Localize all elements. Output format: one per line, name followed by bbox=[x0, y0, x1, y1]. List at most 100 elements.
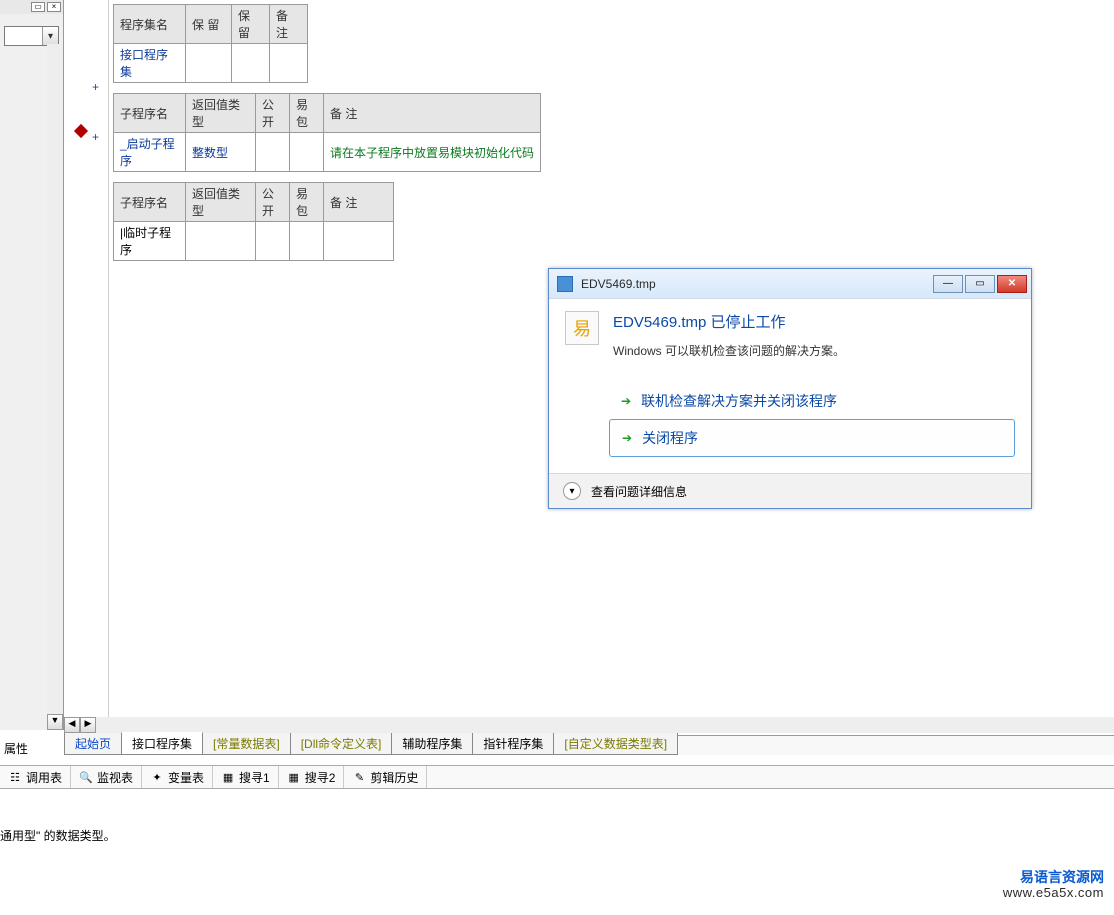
cell[interactable] bbox=[290, 133, 324, 172]
panel-scrollbar[interactable] bbox=[47, 44, 63, 730]
scroll-left-icon[interactable]: ◀ bbox=[64, 717, 80, 733]
subroutine-table-2: 子程序名 返回值类型 公开 易包 备 注 |临时子程序 bbox=[113, 182, 394, 261]
expand-icon[interactable]: + bbox=[92, 130, 99, 144]
dialog-subtext: Windows 可以联机检查该问题的解决方案。 bbox=[613, 342, 845, 359]
cell[interactable] bbox=[270, 44, 308, 83]
tab-helper-assembly[interactable]: 辅助程序集 bbox=[391, 733, 473, 755]
var-icon: ✦ bbox=[150, 770, 164, 784]
col-header: 保 留 bbox=[186, 5, 232, 44]
col-header: 保 留 bbox=[232, 5, 270, 44]
action-label: 关闭程序 bbox=[642, 428, 698, 448]
tool-label: 监视表 bbox=[97, 769, 133, 786]
cell-name[interactable]: 接口程序集 bbox=[114, 44, 186, 83]
col-header: 易包 bbox=[290, 94, 324, 133]
tab-dll-commands[interactable]: [Dll命令定义表] bbox=[290, 733, 393, 755]
col-header: 公开 bbox=[256, 183, 290, 222]
editor-gutter: + + bbox=[64, 0, 109, 717]
close-button[interactable]: ✕ bbox=[997, 275, 1027, 293]
tab-interface-assembly[interactable]: 接口程序集 bbox=[121, 732, 203, 755]
scroll-right-icon[interactable]: ▶ bbox=[80, 717, 96, 733]
breakpoint-icon[interactable] bbox=[74, 124, 88, 138]
dialog-body: 易 EDV5469.tmp 已停止工作 Windows 可以联机检查该问题的解决… bbox=[549, 299, 1031, 473]
col-header: 程序集名 bbox=[114, 5, 186, 44]
tool-label: 搜寻1 bbox=[239, 769, 270, 786]
table-icon: ▦ bbox=[287, 770, 301, 784]
bottom-toolbar: ☷ 调用表 🔍 监视表 ✦ 变量表 ▦ 搜寻1 ▦ 搜寻2 ✎ 剪辑历史 bbox=[0, 765, 1114, 789]
action-check-online[interactable]: ➔ 联机检查解决方案并关闭该程序 bbox=[609, 383, 1015, 419]
cell[interactable] bbox=[232, 44, 270, 83]
panel-float-icon[interactable]: ▭ bbox=[31, 2, 45, 12]
dialog-heading: EDV5469.tmp 已停止工作 bbox=[613, 311, 845, 332]
col-header: 备 注 bbox=[324, 94, 541, 133]
search-icon: 🔍 bbox=[79, 770, 93, 784]
col-header: 返回值类型 bbox=[186, 94, 256, 133]
table-row[interactable]: |临时子程序 bbox=[114, 222, 394, 261]
chevron-down-icon[interactable] bbox=[42, 27, 58, 45]
dialog-title: EDV5469.tmp bbox=[581, 277, 925, 291]
properties-dropdown[interactable] bbox=[4, 26, 59, 46]
arrow-right-icon: ➔ bbox=[622, 431, 632, 445]
tool-call-table[interactable]: ☷ 调用表 bbox=[0, 766, 71, 788]
cell-remark[interactable]: 请在本子程序中放置易模块初始化代码 bbox=[324, 133, 541, 172]
tool-search-2[interactable]: ▦ 搜寻2 bbox=[279, 766, 345, 788]
editor-hscrollbar[interactable]: ◀ ▶ bbox=[64, 717, 1114, 733]
col-header: 子程序名 bbox=[114, 183, 186, 222]
tool-label: 变量表 bbox=[168, 769, 204, 786]
cell-type[interactable]: 整数型 bbox=[186, 133, 256, 172]
table-row[interactable]: _启动子程序 整数型 请在本子程序中放置易模块初始化代码 bbox=[114, 133, 541, 172]
cell-name[interactable]: |临时子程序 bbox=[114, 222, 186, 261]
cell[interactable] bbox=[290, 222, 324, 261]
action-close-program[interactable]: ➔ 关闭程序 bbox=[609, 419, 1015, 457]
dialog-titlebar[interactable]: EDV5469.tmp — ▭ ✕ bbox=[549, 269, 1031, 299]
window-buttons: — ▭ ✕ bbox=[933, 275, 1027, 293]
col-header: 易包 bbox=[290, 183, 324, 222]
panel-title-bar: ▭ × bbox=[0, 0, 63, 14]
cell[interactable] bbox=[256, 222, 290, 261]
tab-start-page[interactable]: 起始页 bbox=[64, 733, 122, 755]
app-icon bbox=[557, 276, 573, 292]
output-message: 通用型" 的数据类型。 bbox=[0, 825, 1114, 846]
properties-label: 属性 bbox=[0, 738, 32, 759]
program-icon: 易 bbox=[565, 311, 599, 345]
crash-dialog: EDV5469.tmp — ▭ ✕ 易 EDV5469.tmp 已停止工作 Wi… bbox=[548, 268, 1032, 509]
table-row[interactable]: 接口程序集 bbox=[114, 44, 308, 83]
tab-constants[interactable]: [常量数据表] bbox=[202, 733, 291, 755]
col-header: 备 注 bbox=[324, 183, 394, 222]
col-header: 公开 bbox=[256, 94, 290, 133]
arrow-right-icon: ➔ bbox=[621, 394, 631, 408]
dialog-footer: ▾ 查看问题详细信息 bbox=[549, 473, 1031, 508]
tool-search-1[interactable]: ▦ 搜寻1 bbox=[213, 766, 279, 788]
col-header: 子程序名 bbox=[114, 94, 186, 133]
maximize-button[interactable]: ▭ bbox=[965, 275, 995, 293]
cell-name[interactable]: _启动子程序 bbox=[114, 133, 186, 172]
tool-label: 调用表 bbox=[26, 769, 62, 786]
details-label[interactable]: 查看问题详细信息 bbox=[591, 483, 687, 500]
panel-close-icon[interactable]: × bbox=[47, 2, 61, 12]
tool-clip-history[interactable]: ✎ 剪辑历史 bbox=[344, 766, 427, 788]
expand-icon[interactable]: + bbox=[92, 80, 99, 94]
left-properties-panel: ▭ × bbox=[0, 0, 64, 730]
tab-pointer-assembly[interactable]: 指针程序集 bbox=[472, 733, 554, 755]
cell[interactable] bbox=[256, 133, 290, 172]
tab-custom-types[interactable]: [自定义数据类型表] bbox=[553, 733, 678, 755]
tool-variable-table[interactable]: ✦ 变量表 bbox=[142, 766, 213, 788]
assembly-table: 程序集名 保 留 保 留 备 注 接口程序集 bbox=[113, 4, 308, 83]
cell[interactable] bbox=[324, 222, 394, 261]
cell[interactable] bbox=[186, 222, 256, 261]
subroutine-table-1: 子程序名 返回值类型 公开 易包 备 注 _启动子程序 整数型 请在本子程序中放… bbox=[113, 93, 541, 172]
tool-watch-table[interactable]: 🔍 监视表 bbox=[71, 766, 142, 788]
grid-icon: ☷ bbox=[8, 770, 22, 784]
tool-label: 剪辑历史 bbox=[370, 769, 418, 786]
chevron-down-icon[interactable]: ▾ bbox=[563, 482, 581, 500]
clip-icon: ✎ bbox=[352, 770, 366, 784]
action-label: 联机检查解决方案并关闭该程序 bbox=[641, 391, 837, 411]
watermark: 易语言资源网 www.e5a5x.com bbox=[1003, 869, 1104, 901]
document-tabs: 起始页 接口程序集 [常量数据表] [Dll命令定义表] 辅助程序集 指针程序集… bbox=[64, 735, 1114, 755]
watermark-url: www.e5a5x.com bbox=[1003, 885, 1104, 901]
cell[interactable] bbox=[186, 44, 232, 83]
scroll-down-icon[interactable] bbox=[47, 714, 63, 730]
minimize-button[interactable]: — bbox=[933, 275, 963, 293]
table-icon: ▦ bbox=[221, 770, 235, 784]
col-header: 备 注 bbox=[270, 5, 308, 44]
watermark-cn: 易语言资源网 bbox=[1003, 869, 1104, 886]
